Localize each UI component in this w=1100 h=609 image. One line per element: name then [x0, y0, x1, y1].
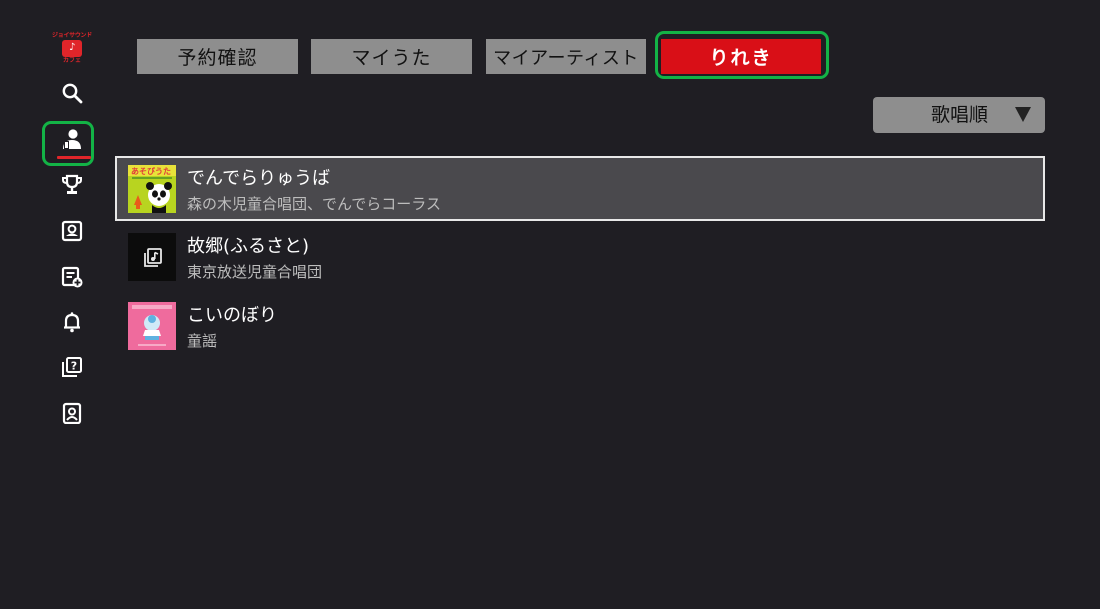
song-title: こいのぼり [187, 305, 277, 326]
song-row[interactable]: 故郷(ふるさと) 東京放送児童合唱団 [115, 225, 1045, 290]
help-icon: ? [62, 357, 82, 377]
search-icon [62, 83, 83, 104]
song-row[interactable]: あそびうた でんでらりゅうば 森の木児童合唱団、でんでらコーラス [115, 156, 1045, 221]
sidebar-item-mypage[interactable] [57, 124, 87, 154]
tab-reservations[interactable]: 予約確認 [137, 39, 298, 74]
download-icon [61, 220, 83, 242]
song-artist: 童謡 [187, 332, 218, 350]
song-artist: 東京放送児童合唱団 [187, 263, 323, 281]
logo-mark-glyph: ♪ [69, 42, 76, 53]
sort-dropdown[interactable]: 歌唱順 [873, 97, 1045, 133]
tab-history[interactable]: りれき [661, 39, 821, 74]
album-art-panda: あそびうた [128, 165, 176, 213]
sidebar-item-playlist[interactable] [57, 262, 87, 292]
sidebar-active-indicator [57, 156, 91, 159]
sidebar-item-ranking[interactable] [57, 170, 87, 200]
sidebar-item-download[interactable] [57, 216, 87, 246]
playlist-add-icon [61, 266, 83, 288]
svg-text:?: ? [71, 360, 77, 373]
song-title: 故郷(ふるさと) [187, 236, 310, 257]
tab-my-songs[interactable]: マイうた [311, 39, 472, 74]
sort-label: 歌唱順 [931, 104, 989, 126]
logo-mark: ♪ [62, 40, 82, 57]
tab-my-artists[interactable]: マイアーティスト [486, 39, 646, 74]
sidebar-item-search[interactable] [57, 78, 87, 108]
trophy-icon [62, 174, 82, 194]
song-artist: 森の木児童合唱団、でんでらコーラス [187, 195, 441, 213]
song-title: でんでらりゅうば [187, 168, 331, 189]
sidebar-item-help[interactable]: ? [57, 352, 87, 382]
sidebar-item-notifications[interactable] [57, 307, 87, 337]
user-icon [63, 129, 81, 149]
svg-text:あそびうた: あそびうた [131, 166, 171, 176]
app-logo: ジョイサウンド ♪ カフェ [52, 32, 92, 68]
triangle-down-icon [1015, 107, 1031, 122]
sidebar-item-profile[interactable] [57, 398, 87, 428]
music-note-icon [128, 233, 176, 281]
logo-bottom-text: カフェ [62, 57, 81, 64]
album-art-pink [128, 302, 176, 350]
profile-card-icon [62, 402, 82, 424]
song-row[interactable]: こいのぼり 童謡 [115, 294, 1045, 359]
bell-icon [64, 312, 80, 333]
logo-top-text: ジョイサウンド [52, 32, 92, 39]
